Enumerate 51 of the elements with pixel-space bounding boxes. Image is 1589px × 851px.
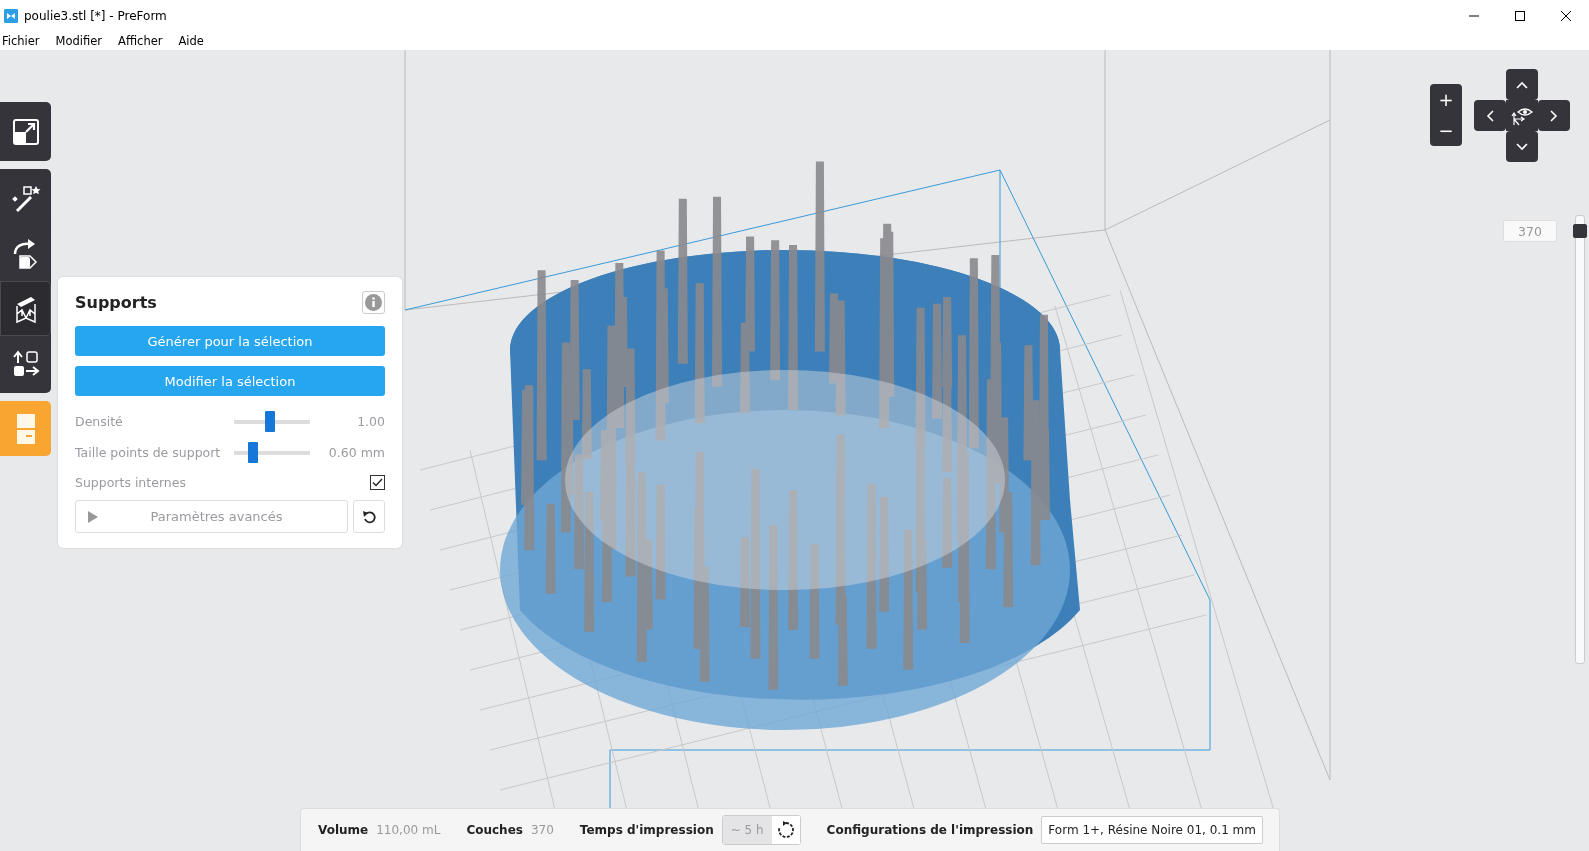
pan-up-button[interactable]	[1506, 69, 1538, 100]
layer-slider-track[interactable]	[1575, 215, 1585, 664]
layers-label: Couches	[466, 823, 523, 837]
volume-label: Volume	[318, 823, 369, 837]
menu-item[interactable]: Afficher	[118, 34, 163, 48]
maximize-icon	[1515, 11, 1525, 21]
info-button[interactable]	[362, 291, 385, 314]
chevron-left-icon	[1486, 109, 1494, 122]
info-icon	[365, 294, 382, 311]
print-config-label: Configurations de l'impression	[826, 823, 1034, 837]
menu-item[interactable]: Fichier	[2, 34, 40, 48]
menu-item[interactable]: Modifier	[55, 34, 103, 48]
checkmark-icon	[372, 477, 383, 487]
chevron-up-icon	[1516, 80, 1528, 89]
layers-value: 370	[530, 823, 554, 837]
scale-icon	[12, 118, 39, 145]
menu-item[interactable]: Aide	[178, 34, 204, 48]
printer-icon	[16, 413, 35, 444]
magic-wand-icon	[10, 183, 41, 214]
panel-title: Supports	[75, 293, 157, 312]
reset-button[interactable]	[353, 500, 385, 533]
chevron-down-icon	[1516, 142, 1528, 151]
slider-label: Taille points de support	[75, 445, 222, 460]
close-icon	[1561, 11, 1571, 21]
pan-right-button[interactable]	[1538, 100, 1570, 131]
print-time-label: Temps d'impression	[579, 823, 714, 837]
print-time-value: ~ 5 h	[722, 816, 772, 844]
rotate-icon	[11, 237, 40, 270]
slider-value: 0.60 mm	[327, 445, 385, 460]
refresh-icon	[776, 821, 795, 839]
reset-icon	[362, 509, 376, 524]
expand-triangle-icon	[88, 510, 98, 523]
tool-button[interactable]	[0, 281, 51, 336]
pan-left-button[interactable]	[1474, 100, 1506, 131]
app-logo-icon	[4, 9, 18, 23]
layer-number: 370	[1503, 220, 1557, 242]
volume-value: 110,00 mL	[376, 823, 441, 837]
chevron-right-icon	[1550, 109, 1558, 122]
print-config-field[interactable]: Form 1+, Résine Noire 01, 0.1 mm	[1041, 816, 1263, 844]
checkbox-label: Supports internes	[75, 474, 186, 490]
checkbox[interactable]	[370, 474, 385, 490]
zoom-in-button[interactable]: +	[1430, 84, 1462, 115]
layout-icon	[11, 349, 40, 378]
slider-thumb[interactable]	[248, 442, 258, 463]
slider-thumb[interactable]	[264, 411, 275, 432]
pan-down-button[interactable]	[1506, 131, 1538, 162]
layer-slider-thumb[interactable]	[1573, 224, 1587, 238]
slider-label: Densité	[75, 414, 124, 429]
zoom-out-button[interactable]: −	[1430, 115, 1462, 146]
slider-value: 1.00	[356, 414, 385, 429]
window-title: poulie3.stl [*] - PreForm	[24, 9, 168, 23]
